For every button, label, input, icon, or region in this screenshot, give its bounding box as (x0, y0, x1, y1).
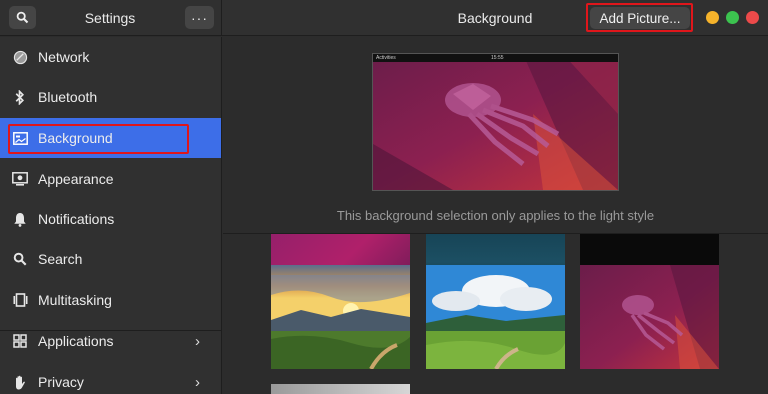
sidebar-item-label: Applications (38, 333, 114, 349)
main-menu-button[interactable]: ··· (185, 6, 214, 29)
appearance-icon (12, 171, 28, 187)
close-button[interactable] (746, 11, 759, 24)
sunset-valley-image (271, 265, 410, 369)
sidebar-item-search[interactable]: Search (0, 239, 221, 279)
sidebar-item-privacy[interactable]: Privacy › (0, 362, 221, 394)
search-button[interactable] (9, 6, 36, 29)
jellyfish-wallpaper-image (580, 265, 719, 369)
chevron-right-icon: › (195, 332, 200, 350)
preview-area: Activities 15:55 This background selecti… (223, 37, 768, 234)
wallpaper-thumbnail-jellyfish[interactable] (580, 265, 719, 369)
wallpaper-thumbnail-next[interactable] (271, 384, 410, 394)
jellyfish-wallpaper-image (373, 54, 618, 190)
search-icon (12, 251, 28, 267)
search-icon (16, 11, 29, 24)
header-bar: Settings ··· Background Add Picture... (0, 0, 768, 36)
settings-title: Settings (84, 10, 136, 26)
wallpaper-thumbnail-meadow[interactable] (426, 265, 565, 369)
wallpaper-thumbnail-sunset[interactable] (271, 265, 410, 369)
meadow-clouds-image (426, 265, 565, 369)
preview-activities-label: Activities (376, 55, 396, 61)
sidebar-item-label: Search (38, 251, 83, 267)
preview-clock: 15:55 (491, 55, 504, 61)
sidebar-item-network[interactable]: Network (0, 37, 221, 77)
sidebar-item-notifications[interactable]: Notifications (0, 199, 221, 239)
bell-icon (12, 211, 28, 227)
sidebar-item-applications[interactable]: Applications › (0, 321, 221, 361)
maximize-button[interactable] (726, 11, 739, 24)
highlight-outline (586, 3, 693, 32)
network-icon (12, 49, 28, 65)
light-style-note: This background selection only applies t… (336, 208, 655, 223)
sidebar-item-bluetooth[interactable]: Bluetooth (0, 77, 221, 117)
sidebar-item-multitasking[interactable]: Multitasking (0, 280, 221, 320)
sidebar: Network Bluetooth Background Appearance … (0, 37, 222, 394)
sidebar-item-label: Network (38, 49, 90, 65)
multitasking-icon (12, 292, 28, 308)
sidebar-item-label: Privacy (38, 374, 84, 390)
background-panel: Activities 15:55 This background selecti… (223, 37, 768, 394)
sidebar-item-label: Appearance (38, 171, 114, 187)
hand-icon (12, 374, 28, 390)
highlight-outline (8, 124, 189, 154)
preview-top-bar: Activities 15:55 (373, 54, 618, 62)
grid-icon (12, 333, 28, 349)
wallpaper-preview: Activities 15:55 (372, 53, 619, 191)
minimize-button[interactable] (706, 11, 719, 24)
sidebar-item-label: Notifications (38, 211, 115, 227)
chevron-right-icon: › (195, 373, 200, 391)
sidebar-item-appearance[interactable]: Appearance (0, 159, 221, 199)
bluetooth-icon (12, 89, 28, 105)
sidebar-item-label: Multitasking (38, 292, 112, 308)
sidebar-item-label: Bluetooth (38, 89, 98, 105)
page-title: Background (457, 10, 533, 26)
